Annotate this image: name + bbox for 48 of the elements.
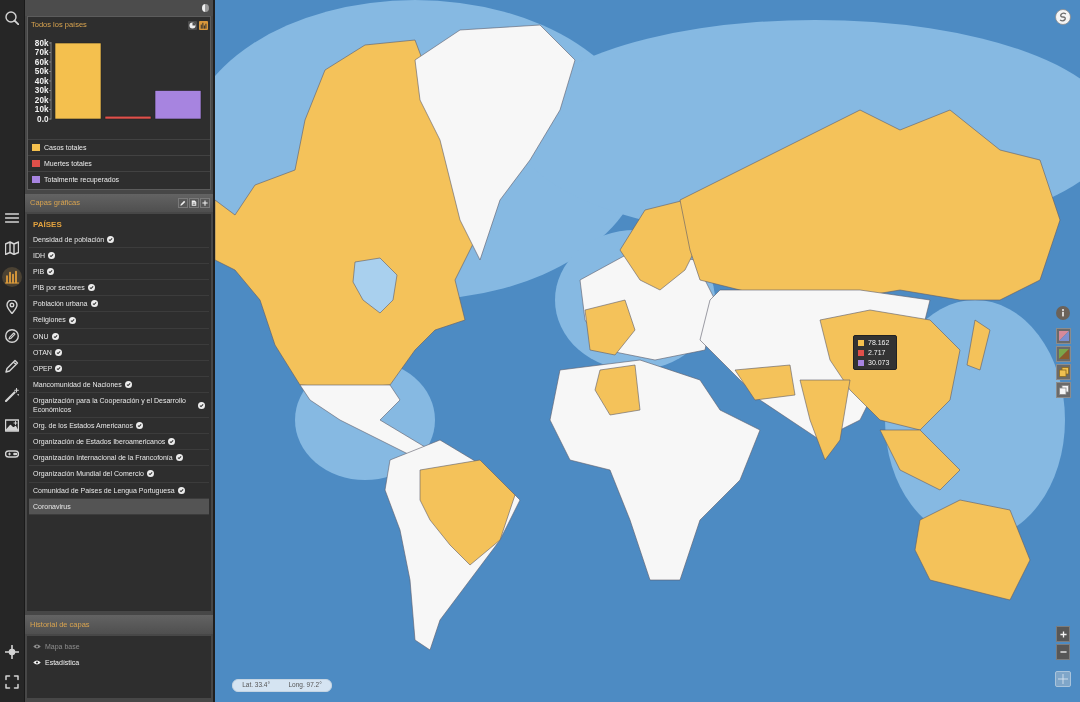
section-heading: PAÍSES xyxy=(32,218,63,231)
pencil-circle-icon[interactable] xyxy=(5,329,19,343)
swirl-disc-icon[interactable] xyxy=(1055,9,1071,25)
magic-wand-icon[interactable] xyxy=(5,388,19,402)
y-tick-label: 80k xyxy=(34,38,49,48)
location-pin-icon[interactable] xyxy=(5,299,19,314)
stacked-squares-icon xyxy=(1058,367,1069,377)
add-button[interactable] xyxy=(200,198,210,208)
eye-icon xyxy=(33,659,41,665)
map-style-button[interactable] xyxy=(1056,382,1071,398)
y-tick-label: 0.0 xyxy=(37,114,49,124)
diagonal-split-icon xyxy=(1058,331,1069,341)
map-style-button[interactable] xyxy=(1056,364,1071,380)
info-icon[interactable] xyxy=(1056,306,1070,320)
image-icon[interactable] xyxy=(5,417,19,432)
chart-bar xyxy=(104,115,152,120)
stacked-squares-icon xyxy=(1058,385,1069,395)
fullscreen-icon[interactable] xyxy=(5,675,19,689)
zoom-in-button[interactable] xyxy=(1056,626,1070,642)
chart-bar xyxy=(154,90,202,120)
y-tick-label: 40k xyxy=(34,76,49,86)
zoom-out-button[interactable] xyxy=(1056,644,1070,660)
bar-chart-icon[interactable] xyxy=(2,267,22,287)
bar-chart-icon[interactable] xyxy=(199,20,208,30)
pie-chart-icon[interactable] xyxy=(188,20,197,30)
document-icon xyxy=(191,200,197,206)
half-circle-icon[interactable] xyxy=(202,4,209,12)
y-tick-label: 60k xyxy=(34,57,49,67)
plus-icon xyxy=(1059,630,1067,638)
eye-icon xyxy=(33,643,41,649)
y-tick-label: 50k xyxy=(34,67,49,77)
pencil-icon xyxy=(180,200,186,206)
search-icon[interactable] xyxy=(5,11,19,25)
crosshair-icon[interactable] xyxy=(5,645,19,659)
diagonal-split-icon xyxy=(1058,349,1069,359)
copy-button[interactable] xyxy=(189,198,199,208)
gamepad-icon[interactable] xyxy=(5,447,19,461)
y-tick-label: 30k xyxy=(34,86,49,96)
plus-icon xyxy=(202,200,208,206)
folded-map-icon[interactable] xyxy=(5,240,19,255)
y-tick-label: 20k xyxy=(34,95,49,105)
edit-button[interactable] xyxy=(178,198,188,208)
pencil-icon[interactable] xyxy=(5,358,19,373)
y-tick-label: 10k xyxy=(34,105,49,115)
plus-tile-icon[interactable] xyxy=(1055,671,1071,687)
y-tick-label: 70k xyxy=(34,48,49,58)
menu-icon[interactable] xyxy=(5,211,19,225)
minus-icon xyxy=(1059,651,1067,653)
